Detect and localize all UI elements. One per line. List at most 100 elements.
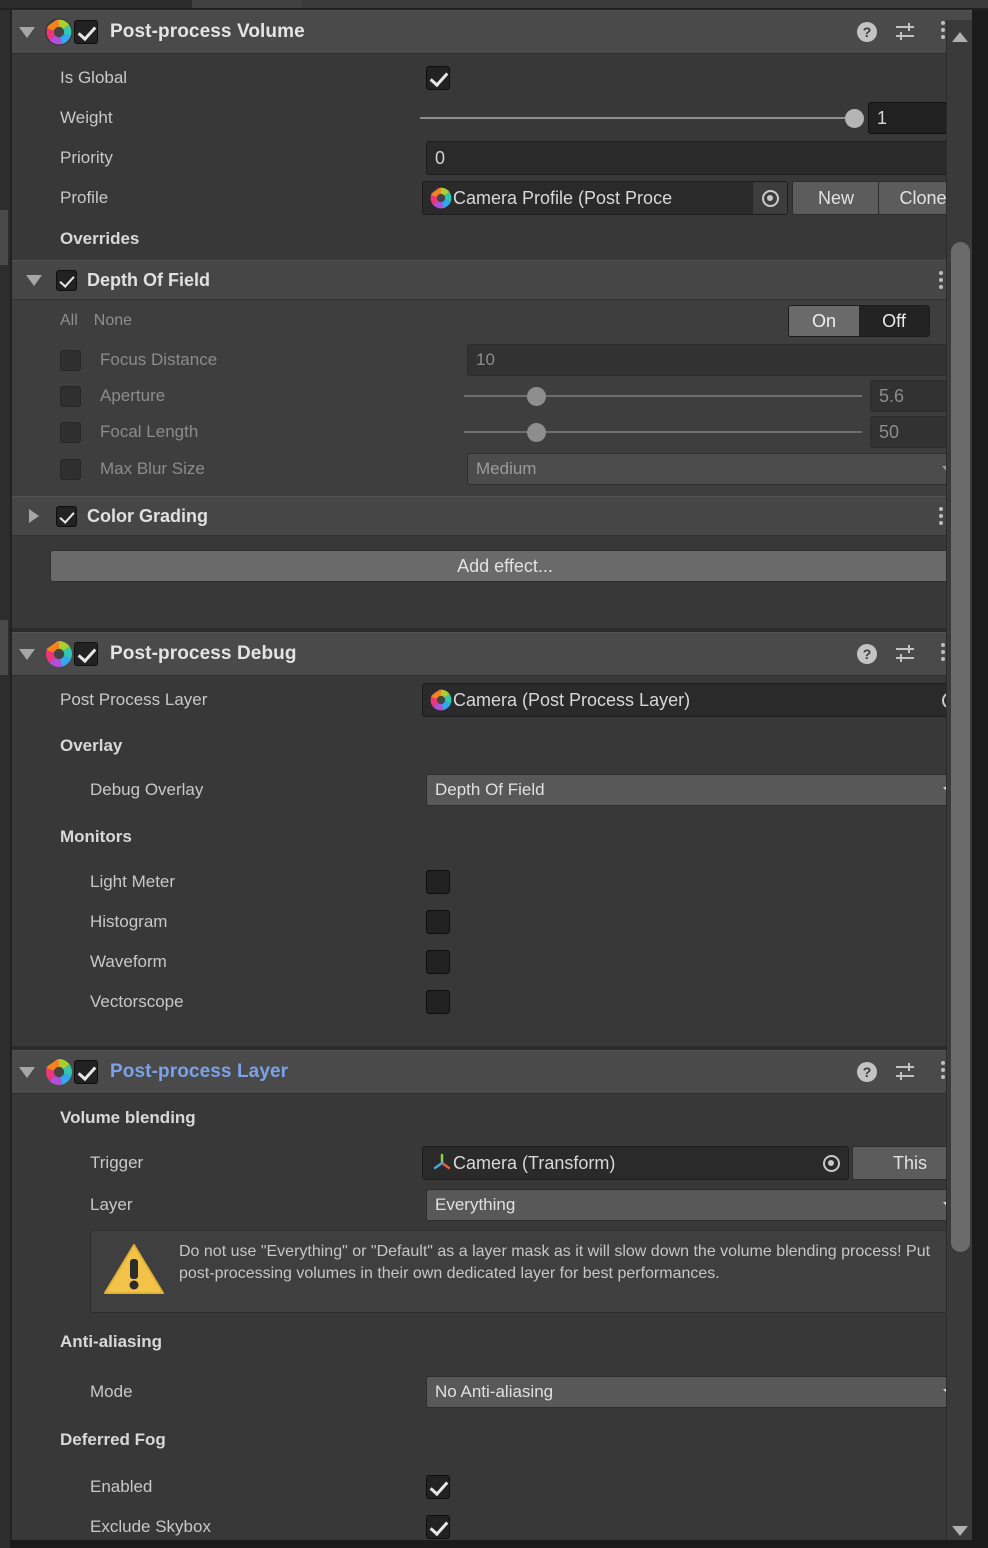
preset-icon[interactable] bbox=[894, 21, 916, 43]
row-weight: Weight 1 bbox=[12, 98, 972, 138]
foldout-toggle-color-grading[interactable] bbox=[12, 509, 56, 523]
none-button[interactable]: None bbox=[78, 312, 132, 330]
focal-length-slider[interactable] bbox=[464, 416, 862, 448]
volume-blending-section-title: Volume blending bbox=[60, 1108, 196, 1127]
help-icon-layer[interactable]: ? bbox=[856, 1061, 878, 1083]
foldout-toggle-debug[interactable] bbox=[12, 648, 42, 660]
inspector-panel: Post-process Volume ? Is Global Weight 1… bbox=[10, 10, 972, 1540]
profile-object-picker-button[interactable] bbox=[753, 182, 787, 214]
foldout-toggle-depth-of-field[interactable] bbox=[12, 274, 56, 286]
transform-icon bbox=[431, 1152, 453, 1174]
help-icon-debug[interactable]: ? bbox=[856, 643, 878, 665]
component-post-process-volume: Post-process Volume ? Is Global Weight 1… bbox=[12, 10, 972, 612]
row-monitor-histogram: Histogram bbox=[12, 902, 972, 942]
toggle-on-button[interactable]: On bbox=[789, 306, 859, 336]
histogram-label: Histogram bbox=[90, 912, 168, 931]
is-global-label: Is Global bbox=[60, 68, 128, 87]
antialiasing-section-title: Anti-aliasing bbox=[60, 1332, 163, 1351]
profile-value-text: Camera Profile (Post Proce bbox=[453, 187, 673, 208]
aperture-override-checkbox[interactable] bbox=[60, 385, 81, 407]
is-global-checkbox[interactable] bbox=[426, 66, 450, 90]
add-effect-button[interactable]: Add effect... bbox=[50, 550, 960, 582]
waveform-label: Waveform bbox=[90, 952, 167, 971]
trigger-label: Trigger bbox=[90, 1153, 144, 1172]
add-effect-row: Add effect... bbox=[12, 536, 972, 598]
priority-value-field[interactable]: 0 bbox=[426, 141, 962, 175]
focus-distance-value-field[interactable]: 10 bbox=[467, 344, 967, 376]
help-icon[interactable]: ? bbox=[856, 21, 878, 43]
row-monitor-light-meter: Light Meter bbox=[12, 862, 972, 902]
row-monitors-section: Monitors bbox=[12, 812, 972, 862]
effect-header-depth-of-field[interactable]: Depth Of Field bbox=[12, 260, 972, 300]
focus-distance-override-checkbox[interactable] bbox=[60, 349, 81, 371]
new-profile-button[interactable]: New bbox=[792, 181, 880, 215]
vectorscope-checkbox[interactable] bbox=[426, 990, 450, 1014]
fog-exclude-skybox-checkbox[interactable] bbox=[426, 1515, 450, 1539]
post-process-debug-header[interactable]: Post-process Debug ? bbox=[12, 632, 972, 676]
foldout-toggle-layer[interactable] bbox=[12, 1066, 42, 1078]
row-focus-distance: Focus Distance 10 bbox=[12, 342, 972, 378]
foldout-toggle-volume[interactable] bbox=[12, 26, 42, 38]
row-overlay-section: Overlay bbox=[12, 724, 972, 768]
row-overrides: Overrides bbox=[12, 218, 972, 260]
depth-of-field-enabled-checkbox[interactable] bbox=[56, 269, 77, 291]
depth-of-field-on-off-toggle[interactable]: On Off bbox=[788, 305, 930, 337]
post-process-layer-body: Volume blending Trigger Camera (Transfor… bbox=[12, 1094, 972, 1540]
post-process-volume-header[interactable]: Post-process Volume ? bbox=[12, 10, 972, 54]
row-layer: Layer Everything bbox=[12, 1184, 972, 1226]
post-process-layer-value-text: Camera (Post Process Layer) bbox=[453, 689, 691, 710]
scrollbar-thumb[interactable] bbox=[951, 242, 970, 1252]
color-grading-enabled-checkbox[interactable] bbox=[56, 505, 77, 527]
layer-mask-dropdown[interactable]: Everything bbox=[426, 1189, 968, 1221]
row-post-process-layer: Post Process Layer Camera (Post Process … bbox=[12, 676, 972, 724]
color-grading-title: Color Grading bbox=[87, 505, 208, 526]
waveform-checkbox[interactable] bbox=[426, 950, 450, 974]
post-process-layer-aperture-icon bbox=[429, 688, 453, 712]
row-aperture: Aperture 5.6 bbox=[12, 378, 972, 414]
post-process-layer-header[interactable]: Post-process Layer ? bbox=[12, 1050, 972, 1094]
effect-header-color-grading[interactable]: Color Grading bbox=[12, 496, 972, 536]
row-max-blur-size: Max Blur Size Medium bbox=[12, 450, 972, 488]
debug-body-spacer bbox=[12, 1022, 972, 1036]
max-blur-size-label: Max Blur Size bbox=[100, 459, 205, 478]
histogram-checkbox[interactable] bbox=[426, 910, 450, 934]
row-fog-enabled: Enabled bbox=[12, 1467, 972, 1507]
all-button[interactable]: All bbox=[12, 312, 78, 330]
post-process-layer-label: Post Process Layer bbox=[60, 690, 208, 709]
debug-overlay-dropdown[interactable]: Depth Of Field bbox=[426, 774, 968, 806]
toggle-off-button[interactable]: Off bbox=[859, 306, 929, 336]
profile-object-field[interactable]: Camera Profile (Post Proce bbox=[422, 181, 788, 215]
post-process-debug-enabled-checkbox[interactable] bbox=[74, 642, 98, 666]
gutter-marker-bottom bbox=[0, 620, 8, 675]
antialiasing-mode-dropdown[interactable]: No Anti-aliasing bbox=[426, 1376, 968, 1408]
light-meter-checkbox[interactable] bbox=[426, 870, 450, 894]
profile-aperture-icon bbox=[429, 186, 453, 210]
post-process-volume-enabled-checkbox[interactable] bbox=[74, 20, 98, 44]
row-monitor-vectorscope: Vectorscope bbox=[12, 982, 972, 1022]
scroll-down-arrow[interactable] bbox=[947, 1518, 972, 1540]
trigger-object-field[interactable]: Camera (Transform) bbox=[422, 1146, 849, 1180]
trigger-object-picker-button[interactable] bbox=[814, 1147, 848, 1179]
aperture-slider[interactable] bbox=[464, 380, 862, 412]
fog-enabled-checkbox[interactable] bbox=[426, 1475, 450, 1499]
top-strip-segment-2 bbox=[192, 0, 302, 8]
scroll-up-arrow[interactable] bbox=[947, 24, 972, 50]
component-post-process-debug: Post-process Debug ? Post Process Layer … bbox=[12, 628, 972, 1036]
post-process-layer-object-field[interactable]: Camera (Post Process Layer) bbox=[422, 683, 968, 717]
preset-icon-debug[interactable] bbox=[894, 643, 916, 665]
debug-overlay-value: Depth Of Field bbox=[435, 780, 545, 799]
inspector-scrollbar[interactable] bbox=[946, 20, 972, 1540]
gutter-marker-top bbox=[0, 210, 8, 265]
post-process-layer-title: Post-process Layer bbox=[110, 1061, 289, 1082]
max-blur-size-dropdown[interactable]: Medium bbox=[467, 453, 967, 485]
row-trigger: Trigger Camera (Transform) This bbox=[12, 1142, 972, 1184]
max-blur-size-override-checkbox[interactable] bbox=[60, 458, 81, 480]
weight-label: Weight bbox=[60, 108, 113, 127]
post-process-debug-title: Post-process Debug bbox=[110, 643, 297, 664]
weight-slider[interactable] bbox=[420, 102, 864, 134]
post-process-volume-body: Is Global Weight 1 Priority 0 Profile Ca… bbox=[12, 58, 972, 612]
focal-length-override-checkbox[interactable] bbox=[60, 421, 81, 443]
post-process-layer-enabled-checkbox[interactable] bbox=[74, 1060, 98, 1084]
preset-icon-layer[interactable] bbox=[894, 1061, 916, 1083]
row-fog-exclude-skybox: Exclude Skybox bbox=[12, 1507, 972, 1540]
